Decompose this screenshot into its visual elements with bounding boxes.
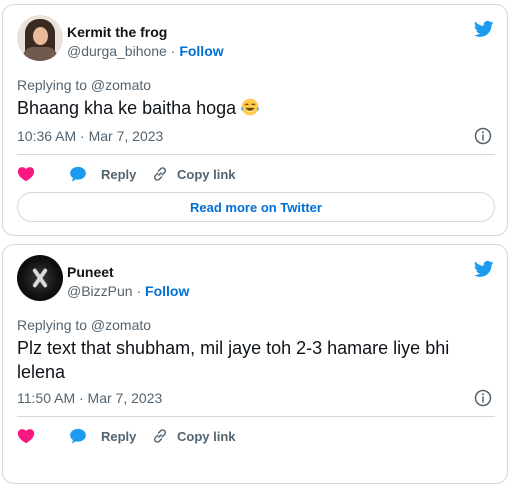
link-icon (153, 429, 167, 443)
author-name[interactable]: Puneet (67, 264, 114, 280)
divider (17, 154, 495, 155)
reply-button[interactable]: Reply (69, 427, 136, 445)
read-more-button[interactable]: Read more on Twitter (17, 192, 495, 222)
separator: · (136, 283, 142, 299)
copy-link-button[interactable]: Copy link (151, 427, 236, 445)
reply-label: Reply (101, 166, 137, 182)
follow-button[interactable]: Follow (145, 283, 189, 299)
avatar[interactable] (17, 255, 63, 301)
reply-label: Reply (101, 428, 137, 444)
twitter-bird-icon[interactable] (473, 259, 495, 279)
tweet-text: Plz text that shubham, mil jaye toh 2-3 … (17, 338, 450, 382)
heart-icon (17, 167, 35, 182)
separator: · (170, 43, 176, 59)
author-handle[interactable]: @durga_bihone (67, 43, 167, 59)
copy-link-label: Copy link (177, 428, 236, 444)
info-icon[interactable] (474, 127, 492, 145)
reply-button[interactable]: Reply (69, 165, 136, 183)
author-name[interactable]: Kermit the frog (67, 24, 167, 40)
reply-bubble-icon (70, 428, 86, 444)
tweet-text: Bhaang kha ke baitha hoga (17, 96, 487, 120)
tweet-card: Kermit the frog @durga_bihone · Follow R… (2, 4, 508, 236)
link-icon (153, 167, 167, 181)
avatar[interactable] (17, 15, 63, 61)
reply-bubble-icon (70, 166, 86, 182)
author-handle[interactable]: @BizzPun (67, 283, 133, 299)
tweet-text-content: Bhaang kha ke baitha hoga (17, 98, 237, 118)
author-handle-line: @durga_bihone · Follow (67, 43, 224, 59)
timestamp[interactable]: 11:50 AM · Mar 7, 2023 (17, 390, 162, 406)
like-button[interactable] (17, 165, 35, 183)
heart-icon (17, 429, 35, 444)
follow-button[interactable]: Follow (179, 43, 223, 59)
twitter-bird-icon[interactable] (473, 19, 495, 39)
divider (17, 416, 495, 417)
replying-to: Replying to @zomato (17, 77, 152, 93)
replying-to: Replying to @zomato (17, 317, 152, 333)
like-button[interactable] (17, 427, 35, 445)
author-handle-line: @BizzPun · Follow (67, 283, 189, 299)
timestamp[interactable]: 10:36 AM · Mar 7, 2023 (17, 128, 163, 144)
face-with-tears-of-joy-icon (241, 98, 260, 116)
copy-link-label: Copy link (177, 166, 236, 182)
copy-link-button[interactable]: Copy link (151, 165, 236, 183)
info-icon[interactable] (474, 389, 492, 407)
tweet-card: Puneet @BizzPun · Follow Replying to @zo… (2, 244, 508, 484)
